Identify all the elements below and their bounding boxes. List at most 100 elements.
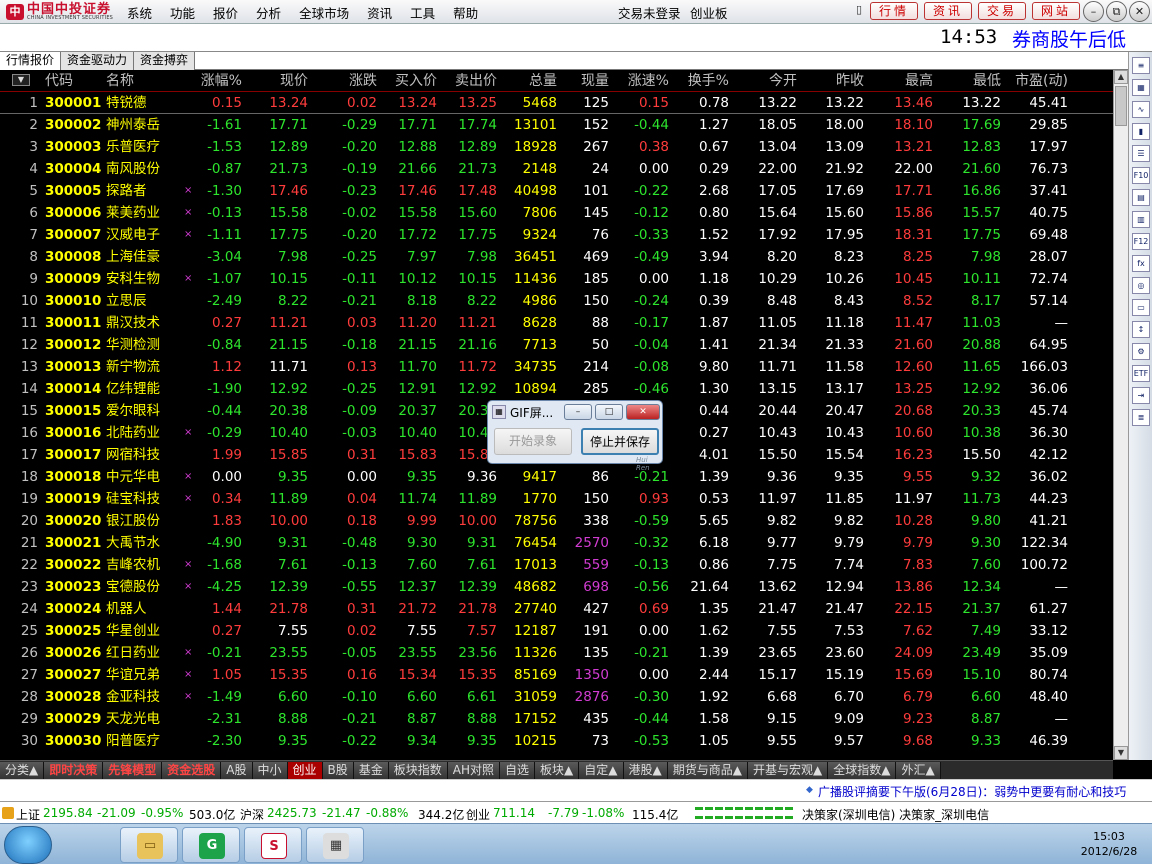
taskbar-green-app[interactable]: G	[182, 827, 240, 863]
table-row[interactable]: 29 300029 天龙光电 -2.31 8.88 -0.21 8.87 8.88 17152 4…	[0, 708, 1113, 730]
dialog-close-icon[interactable]: ✕	[626, 404, 660, 420]
column-header[interactable]: 买入价	[380, 72, 437, 90]
category-13[interactable]: 自定▲	[579, 761, 624, 779]
candle-chart-icon[interactable]: ▮	[1132, 123, 1150, 140]
table-row[interactable]: 21 300021 大禹节水 -4.90 9.31 -0.48 9.30 9.31 76454 2…	[0, 532, 1113, 554]
table-row[interactable]: 5 300005 探路者 × -1.30 17.46 -0.23 17.46 17.48 4049…	[0, 180, 1113, 202]
table-row[interactable]: 6 300006 莱美药业 × -0.13 15.58 -0.02 15.58 15.60 780…	[0, 202, 1113, 224]
taskbar-explorer[interactable]: ▭	[120, 827, 178, 863]
column-header[interactable]: 涨幅%	[190, 72, 242, 90]
column-header[interactable]: 卖出价	[440, 72, 497, 90]
column-header[interactable]: 代码	[45, 72, 101, 90]
table-row[interactable]: 30 300030 阳普医疗 -2.30 9.35 -0.22 9.34 9.35 10215 7…	[0, 730, 1113, 752]
column-header[interactable]: 涨跌	[320, 72, 377, 90]
close-icon[interactable]: ✕	[1129, 1, 1150, 22]
table-row[interactable]: 3 300003 乐普医疗 -1.53 12.89 -0.20 12.88 12.89 1892…	[0, 136, 1113, 158]
column-header[interactable]: 现价	[250, 72, 308, 90]
table-row[interactable]: 26 300026 红日药业 × -0.21 23.55 -0.05 23.55 23.56 11…	[0, 642, 1113, 664]
help-icon[interactable]: ▯	[852, 3, 866, 19]
scroll-up-icon[interactable]: ▲	[1114, 70, 1128, 84]
table-row[interactable]: 28 300028 金亚科技 × -1.49 6.60 -0.10 6.60 6.61 31059…	[0, 686, 1113, 708]
category-16[interactable]: 开基与宏观▲	[747, 761, 829, 779]
sh-index-name[interactable]: 上证	[16, 806, 40, 823]
f12-icon[interactable]: F12	[1132, 233, 1150, 250]
top-button-3[interactable]: 网站	[1032, 2, 1081, 20]
menu-4[interactable]: 全球市场	[299, 3, 349, 22]
category-3[interactable]: 资金选股	[162, 761, 222, 779]
category-10[interactable]: AH对照	[447, 761, 501, 779]
trade-login-status[interactable]: 交易未登录	[618, 3, 681, 22]
quote-list-icon[interactable]: ≡	[1132, 57, 1150, 74]
taskbar-trading-app[interactable]: S	[244, 827, 302, 863]
column-header[interactable]: 名称	[106, 72, 172, 90]
table-row[interactable]: 13 300013 新宁物流 1.12 11.71 0.13 11.70 11.72 34735…	[0, 356, 1113, 378]
tab-2[interactable]: 资金搏弈	[134, 52, 196, 70]
table-row[interactable]: 8 300008 上海佳豪 -3.04 7.98 -0.25 7.97 7.98 36451 46…	[0, 246, 1113, 268]
column-header[interactable]: 涨速%	[614, 72, 669, 90]
start-button-icon[interactable]	[4, 826, 52, 864]
folder-icon[interactable]: ▭	[1132, 299, 1150, 316]
table-row[interactable]: 20 300020 银江股份 1.83 10.00 0.18 9.99 10.00 78756 3…	[0, 510, 1113, 532]
category-18[interactable]: 外汇▲	[896, 761, 941, 779]
sort-toggle-icon[interactable]: ▼	[12, 74, 30, 86]
start-recording-button[interactable]: 开始录象	[494, 428, 572, 455]
session-headline[interactable]: 券商股午后低	[1012, 25, 1126, 52]
tab-0[interactable]: 行情报价	[0, 52, 62, 70]
table-row[interactable]: 10 300010 立思辰 -2.49 8.22 -0.21 8.18 8.22 4986 150…	[0, 290, 1113, 312]
table-row[interactable]: 27 300027 华谊兄弟 × 1.05 15.35 0.16 15.34 15.35 8516…	[0, 664, 1113, 686]
line-chart-icon[interactable]: ∿	[1132, 101, 1150, 118]
column-header[interactable]: 昨收	[806, 72, 864, 90]
table-row[interactable]: 9 300009 安科生物 × -1.07 10.15 -0.11 10.12 10.15 114…	[0, 268, 1113, 290]
top-button-0[interactable]: 行情	[870, 2, 919, 20]
tray-clock[interactable]: 15:03 2012/6/28	[1074, 829, 1144, 859]
table-row[interactable]: 2 300002 神州泰岳 -1.61 17.71 -0.29 17.71 17.74 1310…	[0, 114, 1113, 136]
table-row[interactable]: 12 300012 华测检测 -0.84 21.15 -0.18 21.15 21.16 771…	[0, 334, 1113, 356]
category-17[interactable]: 全球指数▲	[828, 761, 897, 779]
minimize-icon[interactable]: –	[1083, 1, 1104, 22]
column-header[interactable]: 总量	[500, 72, 557, 90]
top-button-1[interactable]: 资讯	[924, 2, 973, 20]
layers-icon[interactable]: ≣	[1132, 409, 1150, 426]
category-6[interactable]: 创业	[287, 761, 323, 779]
table-row[interactable]: 22 300022 吉峰农机 × -1.68 7.61 -0.13 7.60 7.61 17013…	[0, 554, 1113, 576]
sz-index-name[interactable]: 沪深	[240, 806, 264, 823]
column-header[interactable]: 市盈(动)	[1005, 72, 1068, 90]
menu-6[interactable]: 工具	[410, 3, 435, 22]
column-header[interactable]: 今开	[740, 72, 797, 90]
table-row[interactable]: 23 300023 宝德股份 × -4.25 12.39 -0.55 12.37 12.39 48…	[0, 576, 1113, 598]
news-headline[interactable]: 广播股评摘要下午版(6月28日)：弱势中更要有耐心和技巧	[818, 783, 1126, 800]
server-info[interactable]: 决策家(深圳电信) 决策家_深圳电信	[802, 806, 989, 823]
scroll-down-icon[interactable]: ▼	[1114, 746, 1128, 760]
category-5[interactable]: 中小	[252, 761, 288, 779]
tab-1[interactable]: 资金驱动力	[61, 52, 135, 70]
category-14[interactable]: 港股▲	[623, 761, 668, 779]
export-icon[interactable]: ⇥	[1132, 387, 1150, 404]
category-8[interactable]: 基金	[353, 761, 389, 779]
table-row[interactable]: 11 300011 鼎汉技术 0.27 11.21 0.03 11.20 11.21 8628 8…	[0, 312, 1113, 334]
category-0[interactable]: 分类▲	[0, 761, 45, 779]
table-row[interactable]: 7 300007 汉威电子 × -1.11 17.75 -0.20 17.72 17.75 932…	[0, 224, 1113, 246]
menu-2[interactable]: 报价	[213, 3, 238, 22]
stock-arrow-icon[interactable]: ↕	[1132, 321, 1150, 338]
table-row[interactable]: 1 300001 特锐德 0.15 13.24 0.02 13.24 13.25 5468 125…	[0, 92, 1113, 114]
column-header[interactable]: 最高	[870, 72, 933, 90]
category-9[interactable]: 板块指数	[388, 761, 448, 779]
sheet-icon[interactable]: ▥	[1132, 211, 1150, 228]
table-row[interactable]: 24 300024 机器人 1.44 21.78 0.31 21.72 21.78 27740 4…	[0, 598, 1113, 620]
taskbar-recorder[interactable]: ▦	[306, 827, 364, 863]
tools-icon[interactable]: ⚙	[1132, 343, 1150, 360]
f10-icon[interactable]: F10	[1132, 167, 1150, 184]
top-button-2[interactable]: 交易	[978, 2, 1027, 20]
table-row[interactable]: 4 300004 南风股份 -0.87 21.73 -0.19 21.66 21.73 2148…	[0, 158, 1113, 180]
etf-icon[interactable]: ETF	[1132, 365, 1150, 382]
menu-1[interactable]: 功能	[170, 3, 195, 22]
category-4[interactable]: A股	[221, 761, 253, 779]
stop-and-save-button[interactable]: 停止并保存	[581, 428, 659, 455]
category-2[interactable]: 先锋模型	[103, 761, 163, 779]
scroll-thumb[interactable]	[1115, 86, 1127, 126]
restore-icon[interactable]: ⧉	[1106, 1, 1127, 22]
table-row[interactable]: 19 300019 硅宝科技 × 0.34 11.89 0.04 11.74 11.89 1770…	[0, 488, 1113, 510]
report-icon[interactable]: ▤	[1132, 189, 1150, 206]
menu-3[interactable]: 分析	[256, 3, 281, 22]
formula-icon[interactable]: fx	[1132, 255, 1150, 272]
